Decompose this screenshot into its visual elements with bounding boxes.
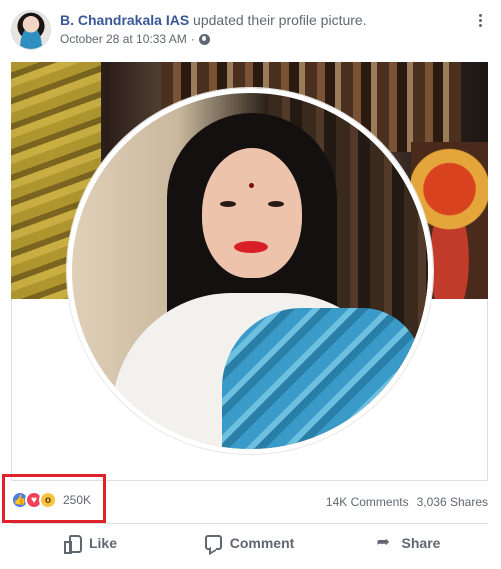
- post-timestamp[interactable]: October 28 at 10:33 AM: [60, 32, 187, 46]
- share-button[interactable]: Share: [329, 526, 488, 559]
- profile-picture[interactable]: [67, 88, 433, 454]
- profile-blue-dupatta: [222, 308, 422, 449]
- reaction-summary[interactable]: 👍 ♥ o 250K: [11, 491, 91, 509]
- profile-right-eye: [268, 201, 284, 207]
- share-arrow-icon: [377, 532, 394, 551]
- wow-reaction-icon: o: [39, 491, 57, 509]
- profile-left-eye: [220, 201, 236, 207]
- meta-separator: ·: [190, 32, 195, 46]
- globe-icon[interactable]: [198, 33, 210, 45]
- author-name-link[interactable]: B. Chandrakala IAS: [60, 12, 189, 28]
- like-label: Like: [88, 534, 117, 551]
- post-header-line: B. Chandrakala IAS updated their profile…: [60, 12, 367, 28]
- comments-count-link[interactable]: 14K Comments: [326, 495, 409, 509]
- engagement-stats: 14K Comments 3,036 Shares: [326, 495, 488, 509]
- author-avatar[interactable]: [11, 10, 51, 50]
- comment-label: Comment: [229, 534, 295, 551]
- share-label: Share: [401, 534, 441, 551]
- thumbs-up-icon: [63, 534, 82, 554]
- profile-face: [202, 148, 302, 278]
- profile-bindi: [249, 183, 254, 188]
- comment-bubble-icon: [204, 535, 222, 550]
- actions-divider: [11, 523, 488, 524]
- post-meta: October 28 at 10:33 AM ·: [60, 32, 210, 46]
- reaction-count[interactable]: 250K: [63, 493, 91, 507]
- comment-button[interactable]: Comment: [170, 526, 329, 559]
- feed-post: B. Chandrakala IAS updated their profile…: [0, 0, 501, 569]
- profile-lips: [234, 241, 268, 253]
- like-button[interactable]: Like: [11, 526, 170, 559]
- shares-count-link[interactable]: 3,036 Shares: [417, 495, 488, 509]
- post-action-text: updated their profile picture.: [189, 12, 367, 28]
- post-actions: Like Comment Share: [11, 526, 488, 559]
- more-options-icon[interactable]: [470, 10, 490, 30]
